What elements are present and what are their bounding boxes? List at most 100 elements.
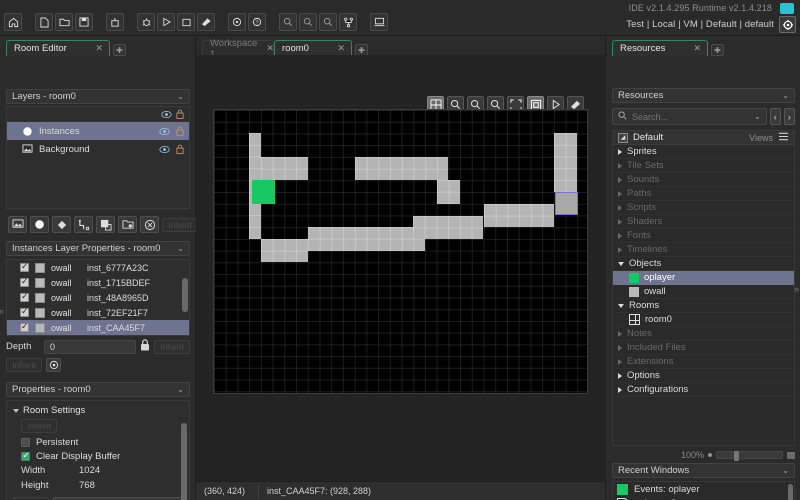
home-icon[interactable] [4, 13, 22, 31]
table-row[interactable]: owall inst_48A8965D [7, 290, 189, 305]
help-icon[interactable]: ? [248, 13, 266, 31]
zoom-slider-thumb[interactable] [733, 451, 739, 461]
list-item[interactable]: Events: oplayer [613, 482, 794, 496]
resource-group-objects[interactable]: Objects [613, 257, 794, 271]
wall-instance[interactable] [553, 133, 578, 192]
collapse-left-panel-button[interactable]: « [0, 306, 4, 316]
zoom-in-icon[interactable] [299, 13, 317, 31]
resource-group-fonts[interactable]: Fonts [613, 229, 794, 243]
eye-icon[interactable] [159, 145, 170, 154]
resource-group-sprites[interactable]: Sprites [613, 145, 794, 159]
search-input[interactable] [632, 111, 749, 122]
add-tab-button[interactable]: ✚ [113, 44, 126, 56]
add-tab-button[interactable]: ✚ [711, 44, 724, 56]
resource-group-notes[interactable]: Notes [613, 327, 794, 341]
clean-icon[interactable] [197, 13, 215, 31]
zoom-out-icon[interactable] [279, 13, 297, 31]
target-settings-button[interactable] [779, 16, 796, 33]
save-icon[interactable] [75, 13, 93, 31]
close-icon[interactable]: ✕ [95, 43, 103, 54]
height-value[interactable]: 768 [79, 480, 95, 491]
delete-layer-button[interactable] [140, 216, 159, 233]
resource-group-tilesets[interactable]: Tile Sets [613, 159, 794, 173]
table-row[interactable]: owall inst_72EF21F7 [7, 305, 189, 320]
close-icon[interactable]: ✕ [266, 43, 274, 54]
persistent-row[interactable]: Persistent [13, 435, 183, 449]
depth-settings-button[interactable] [46, 358, 61, 372]
recent-windows-list[interactable]: Events: oplayer oplayer: Step room0 [612, 481, 795, 500]
close-icon[interactable]: ✕ [693, 43, 701, 54]
scrollbar[interactable] [182, 278, 188, 312]
zoom-reset-icon[interactable] [319, 13, 337, 31]
resource-item-owall[interactable]: owall [613, 285, 794, 299]
recent-windows-header[interactable]: Recent Windows ⌄ [612, 463, 795, 478]
chevron-down-icon[interactable]: ⌄ [177, 92, 184, 101]
depth-inherit-button[interactable]: Inherit [154, 339, 190, 354]
chevron-down-icon[interactable]: ⌄ [782, 91, 789, 100]
add-asset-layer-button[interactable] [52, 216, 71, 233]
selected-instance[interactable] [554, 192, 579, 216]
search-next-button[interactable]: › [783, 108, 795, 125]
instance-list[interactable]: owall inst_6777A23C owall inst_1715BDEF … [6, 259, 190, 336]
resource-item-room0[interactable]: room0 [613, 313, 794, 327]
instances-layer-header[interactable]: Instances Layer Properties - room0 ⌄ [6, 241, 190, 256]
close-icon[interactable]: ✕ [337, 43, 345, 54]
zoom-slider[interactable] [716, 451, 783, 461]
resource-group-timelines[interactable]: Timelines [613, 243, 794, 257]
list-icon[interactable] [778, 132, 789, 144]
add-path-layer-button[interactable] [74, 216, 93, 233]
tab-room0[interactable]: room0 ✕ [274, 40, 352, 56]
layers-header[interactable]: Layers - room0 ⌄ [6, 89, 190, 104]
source-control-icon[interactable] [339, 13, 357, 31]
build-icon[interactable] [106, 13, 124, 31]
resource-default-view-row[interactable]: ◢ Default Views [613, 131, 794, 145]
tab-workspace-1[interactable]: Workspace 1 ✕ [202, 38, 274, 60]
table-row[interactable]: owall inst_CAA45F7 [7, 320, 189, 335]
eye-icon[interactable] [159, 127, 170, 136]
depth-inherit-button-2[interactable]: Inherit [6, 358, 42, 372]
chevron-down-icon[interactable]: ⌄ [177, 385, 184, 394]
table-row[interactable]: owall inst_6777A23C [7, 260, 189, 275]
persistent-checkbox[interactable] [21, 437, 30, 447]
wall-instance[interactable] [436, 180, 461, 204]
lock-icon[interactable] [140, 339, 150, 354]
instance-visible-checkbox[interactable] [20, 261, 29, 272]
add-folder-button[interactable] [118, 216, 137, 233]
room-settings-group[interactable]: Room Settings [13, 405, 183, 416]
wall-instance[interactable] [307, 227, 425, 251]
player-instance[interactable] [252, 180, 276, 204]
instance-visible-checkbox[interactable] [20, 276, 29, 287]
instance-visible-checkbox[interactable] [20, 291, 29, 302]
layer-row-background[interactable]: Background [7, 140, 189, 158]
wall-instance[interactable] [354, 156, 449, 181]
triangle-down-icon[interactable]: ◢ [618, 132, 628, 143]
resource-group-shaders[interactable]: Shaders [613, 215, 794, 229]
wall-instance[interactable] [260, 238, 308, 263]
layout-icon[interactable] [370, 13, 388, 31]
scrollbar[interactable] [181, 423, 187, 500]
tab-room-editor[interactable]: Room Editor ✕ [6, 40, 110, 56]
resource-group-sounds[interactable]: Sounds [613, 173, 794, 187]
width-value[interactable]: 1024 [79, 465, 100, 476]
resource-group-configurations[interactable]: Configurations [613, 383, 794, 397]
room-settings-inherit-button[interactable]: Inherit [21, 419, 57, 433]
eye-icon[interactable] [161, 110, 172, 119]
add-instance-layer-button[interactable] [30, 216, 49, 233]
clear-display-buffer-checkbox[interactable] [21, 450, 30, 461]
room-grid-canvas[interactable] [213, 109, 588, 394]
wall-instance[interactable] [260, 156, 308, 181]
instance-visible-checkbox[interactable] [20, 306, 29, 317]
scrollbar[interactable] [788, 484, 793, 500]
layer-row-instances[interactable]: Instances [7, 122, 189, 140]
resource-group-extensions[interactable]: Extensions [613, 355, 794, 369]
clear-display-buffer-row[interactable]: Clear Display Buffer [13, 449, 183, 463]
layer-inherit-button[interactable]: Inherit [162, 217, 198, 232]
chevron-down-icon[interactable]: ⌄ [754, 112, 761, 121]
add-tile-layer-button[interactable] [96, 216, 115, 233]
properties-header[interactable]: Properties - room0 ⌄ [6, 382, 190, 397]
resource-tree[interactable]: ◢ Default Views Sprites Tile Sets Sounds… [612, 130, 795, 446]
wall-instance[interactable] [483, 203, 554, 228]
depth-input[interactable]: 0 [44, 339, 136, 354]
resource-group-scripts[interactable]: Scripts [613, 201, 794, 215]
tab-resources[interactable]: Resources ✕ [612, 40, 708, 56]
